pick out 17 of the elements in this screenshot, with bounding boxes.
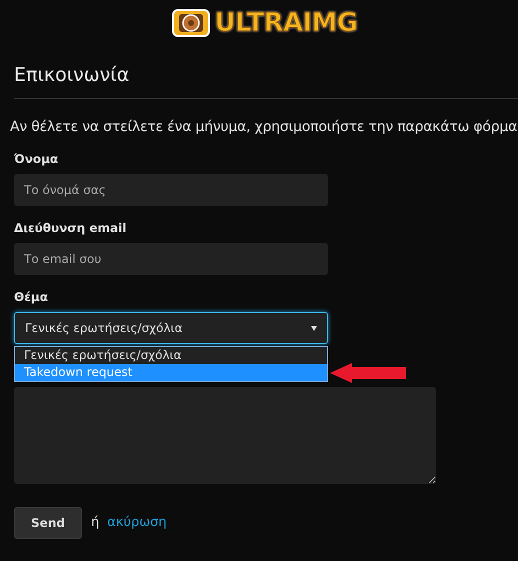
select-value: Γενικές ερωτήσεις/σχόλια: [25, 320, 183, 337]
cancel-link[interactable]: ακύρωση: [107, 513, 167, 533]
dropdown-caret-icon: [311, 326, 317, 330]
text-field[interactable]: Το email σου: [14, 243, 328, 275]
arrow-icon: [330, 362, 406, 384]
subject-select[interactable]: Γενικές ερωτήσεις/σχόλια: [14, 312, 328, 344]
page-heading: Επικοινωνία: [14, 63, 130, 88]
field-label: Θέμα: [14, 289, 48, 306]
camera-logo-icon: [170, 7, 211, 39]
text-field[interactable]: Το όνομά σας: [14, 174, 328, 206]
message-field[interactable]: [14, 387, 436, 484]
send-button[interactable]: Send: [14, 507, 82, 539]
logo-text: ULTRAIMG: [214, 10, 358, 36]
field-label: Διεύθυνση email: [14, 220, 126, 237]
or-text: ή: [91, 514, 100, 532]
field-label: Όνομα: [14, 151, 58, 168]
dropdown-option[interactable]: Γενικές ερωτήσεις/σχόλια: [15, 347, 327, 364]
